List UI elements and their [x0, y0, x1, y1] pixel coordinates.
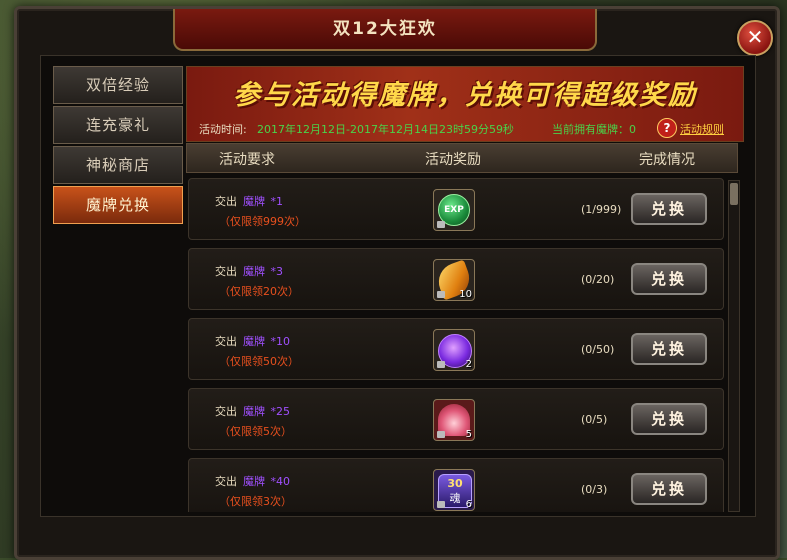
reward-slot[interactable]: 2 — [433, 329, 475, 371]
table-header: 活动要求 活动奖励 完成情况 — [186, 143, 738, 173]
requirement-text: 交出 魔牌 *10 — [215, 335, 290, 348]
requirement-text: 交出 魔牌 *3 — [215, 265, 283, 278]
event-rules-link[interactable]: 活动规则 — [680, 121, 724, 137]
list-scrollbar[interactable] — [728, 180, 740, 512]
exchange-button[interactable]: 兑换 — [631, 403, 707, 435]
reward-count: 2 — [465, 359, 472, 370]
requirement-text: 交出 魔牌 *25 — [215, 405, 290, 418]
exchange-row: 交出 魔牌 *40 （仅限领3次） 30 魂 6 (0/3) 兑换 — [188, 458, 724, 512]
tab-recharge-gifts[interactable]: 连充豪礼 — [53, 106, 183, 144]
exchange-row: 交出 魔牌 *25 （仅限领5次） 5 (0/5) 兑换 — [188, 388, 724, 450]
exchange-button[interactable]: 兑换 — [631, 193, 707, 225]
completion-progress: (0/5) — [581, 413, 608, 426]
reward-slot[interactable]: EXP — [433, 189, 475, 231]
owned-cards-count: 当前拥有魔牌：0 — [552, 123, 636, 136]
card-item-name: 魔牌 — [243, 475, 265, 488]
claim-limit: （仅限领3次） — [219, 495, 292, 508]
bound-lock-icon — [437, 361, 445, 368]
close-button[interactable]: ✕ — [737, 20, 773, 56]
card-item-name: 魔牌 — [243, 335, 265, 348]
banner-title: 参与活动得魔牌，兑换可得超级奖励 — [233, 80, 697, 111]
exchange-button[interactable]: 兑换 — [631, 263, 707, 295]
exchange-row: 交出 魔牌 *3 （仅限领20次） 10 (0/20) 兑换 — [188, 248, 724, 310]
window-title: 双12大狂欢 — [173, 9, 597, 51]
exchange-row: 交出 魔牌 *10 （仅限领50次） 2 (0/50) 兑换 — [188, 318, 724, 380]
reward-count: 10 — [459, 289, 472, 300]
completion-progress: (0/50) — [581, 343, 615, 356]
event-time-label: 活动时间: — [199, 123, 247, 136]
bound-lock-icon — [437, 431, 445, 438]
claim-limit: （仅限领999次） — [219, 215, 306, 228]
completion-progress: (0/20) — [581, 273, 615, 286]
column-status: 完成情况 — [639, 152, 695, 168]
tab-mystery-shop[interactable]: 神秘商店 — [53, 146, 183, 184]
tab-double-exp[interactable]: 双倍经验 — [53, 66, 183, 104]
help-icon[interactable]: ? — [657, 118, 677, 138]
exchange-button[interactable]: 兑换 — [631, 333, 707, 365]
bound-lock-icon — [437, 291, 445, 298]
event-time-value: 2017年12月12日-2017年12月14日23时59分59秒 — [257, 123, 514, 136]
event-banner: 参与活动得魔牌，兑换可得超级奖励 活动时间: 2017年12月12日-2017年… — [186, 66, 744, 142]
exchange-list: 交出 魔牌 *1 （仅限领999次） EXP (1/999) 兑换 交出 魔牌 *3… — [186, 174, 726, 512]
claim-limit: （仅限领20次） — [219, 285, 299, 298]
requirement-text: 交出 魔牌 *40 — [215, 475, 290, 488]
card-item-name: 魔牌 — [243, 265, 265, 278]
claim-limit: （仅限领50次） — [219, 355, 299, 368]
tab-magic-card-exchange[interactable]: 魔牌兑换 — [53, 186, 183, 224]
completion-progress: (0/3) — [581, 483, 608, 496]
card-item-name: 魔牌 — [243, 405, 265, 418]
scrollbar-thumb[interactable] — [730, 183, 738, 205]
reward-slot[interactable]: 5 — [433, 399, 475, 441]
reward-slot[interactable]: 10 — [433, 259, 475, 301]
exchange-row: 交出 魔牌 *1 （仅限领999次） EXP (1/999) 兑换 — [188, 178, 724, 240]
claim-limit: （仅限领5次） — [219, 425, 292, 438]
completion-progress: (1/999) — [581, 203, 622, 216]
column-requirement: 活动要求 — [219, 152, 275, 168]
reward-count: 5 — [465, 429, 472, 440]
column-reward: 活动奖励 — [425, 152, 481, 168]
card-item-name: 魔牌 — [243, 195, 265, 208]
bound-lock-icon — [437, 501, 445, 508]
requirement-text: 交出 魔牌 *1 — [215, 195, 283, 208]
reward-slot[interactable]: 30 魂 6 — [433, 469, 475, 511]
bound-lock-icon — [437, 221, 445, 228]
exchange-button[interactable]: 兑换 — [631, 473, 707, 505]
reward-count: 6 — [465, 499, 472, 510]
